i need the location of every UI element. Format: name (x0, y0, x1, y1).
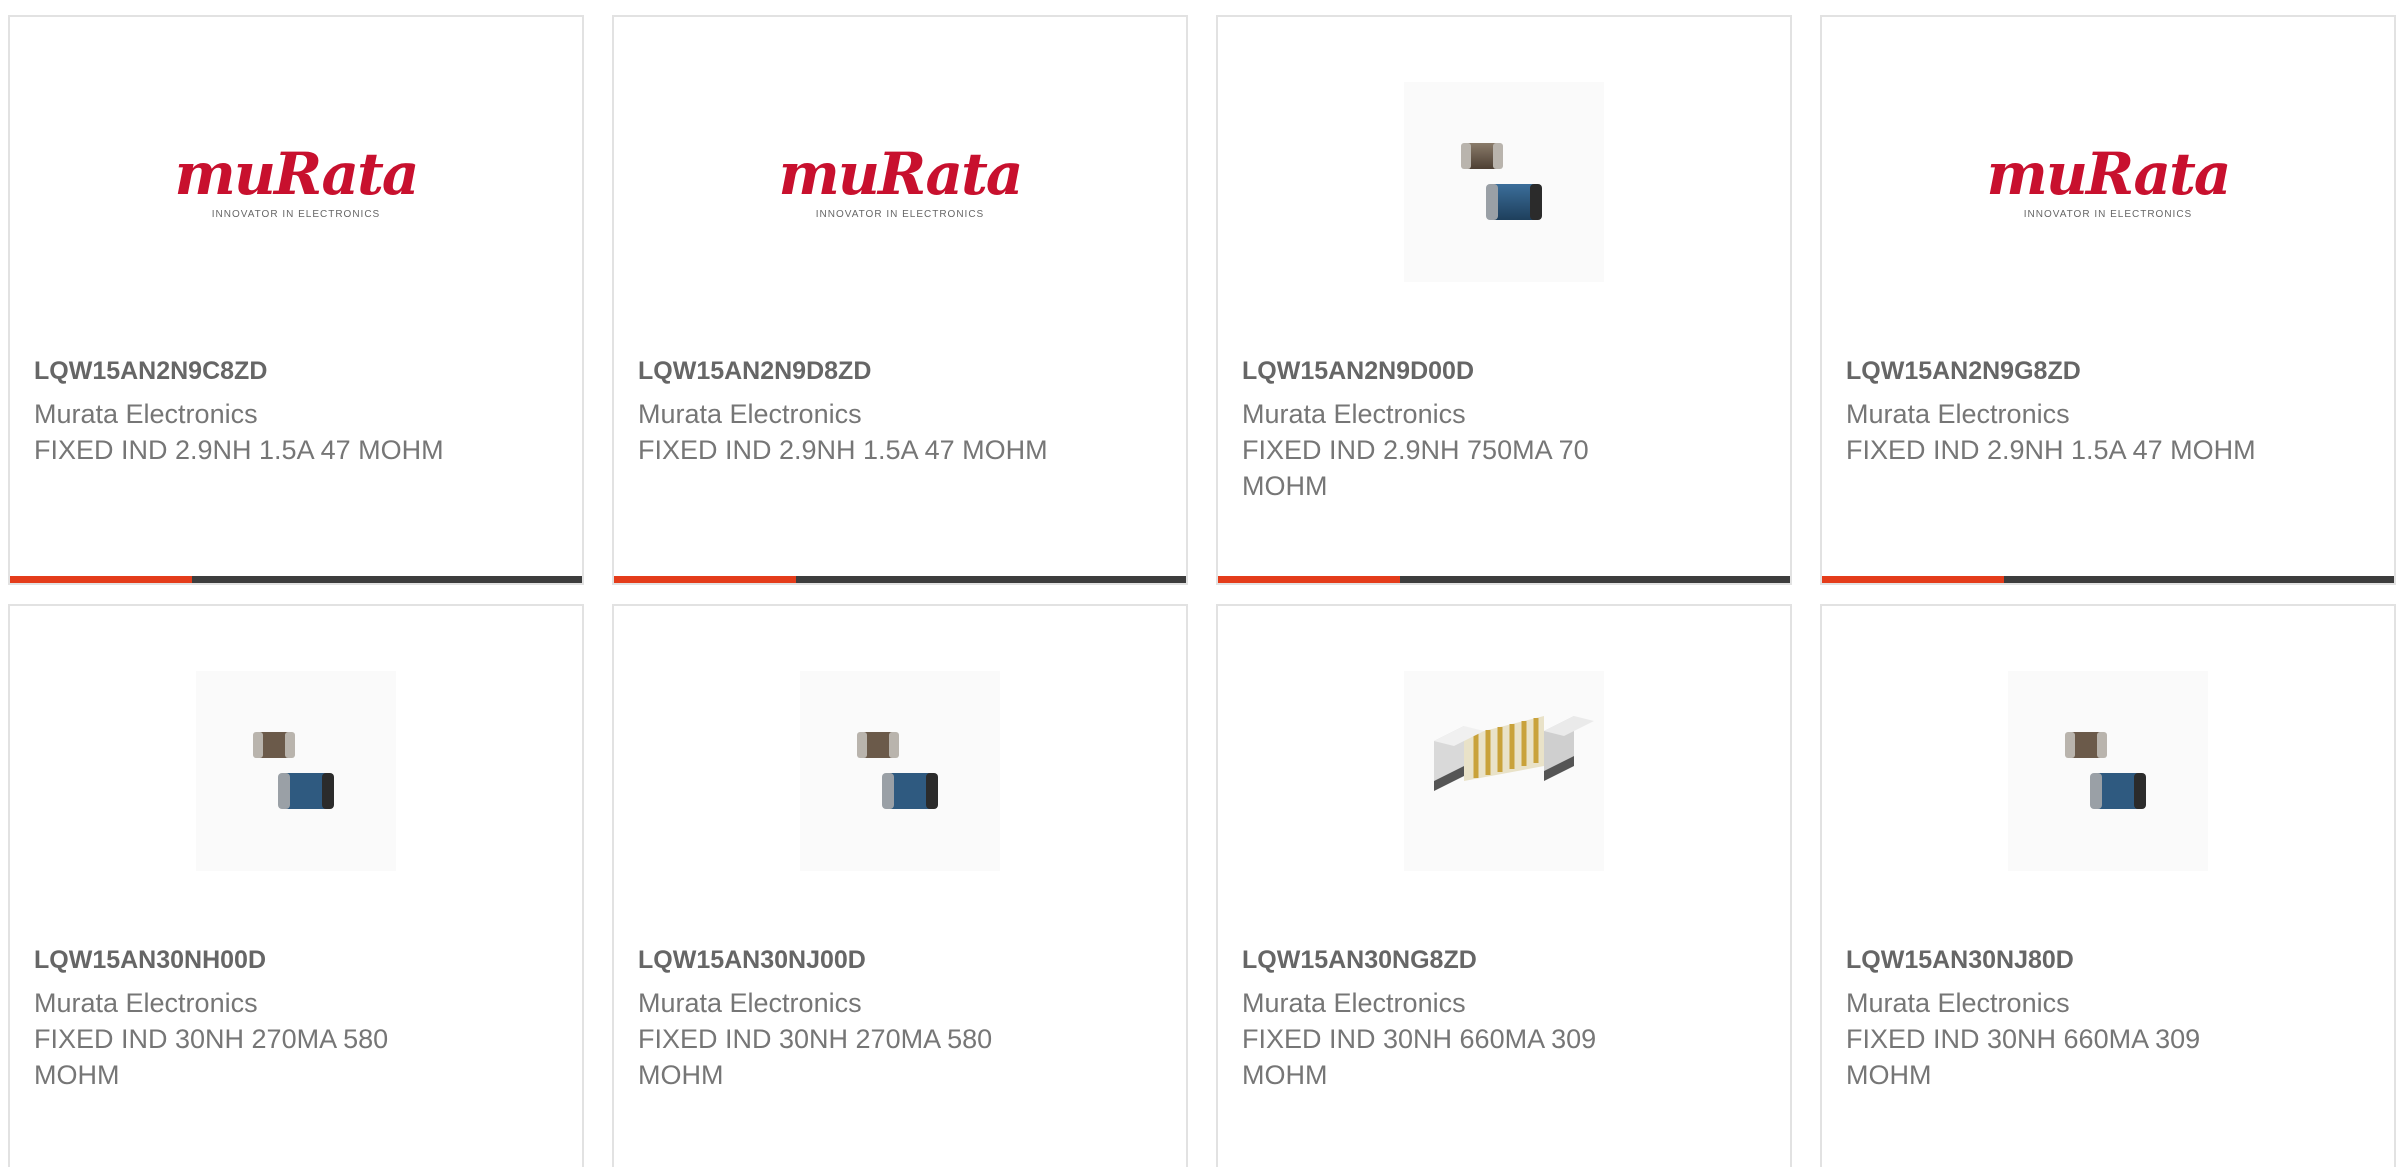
manufacturer: Murata Electronics (34, 398, 258, 429)
part-number[interactable]: LQW15AN2N9C8ZD (34, 357, 454, 386)
description: FIXED IND 2.9NH 1.5A 47 MOHM (638, 434, 1048, 465)
manufacturer: Murata Electronics (638, 987, 862, 1018)
wirewound-inductor-photo (1434, 716, 1594, 791)
part-number[interactable]: LQW15AN2N9G8ZD (1846, 357, 2266, 386)
part-number[interactable]: LQW15AN30NJ00D (638, 946, 1058, 975)
product-image[interactable]: muRata INNOVATOR IN ELECTRONICS (1986, 82, 2231, 282)
inductor-pair-photo (1461, 143, 1542, 220)
manufacturer: Murata Electronics (1242, 987, 1466, 1018)
product-card[interactable]: LQW15AN2N9D00D Murata Electronics FIXED … (1216, 15, 1792, 585)
product-card[interactable]: LQW15AN30NJ80D Murata Electronics FIXED … (1820, 604, 2396, 1167)
description: FIXED IND 2.9NH 750MA 70 MOHM (1242, 434, 1589, 501)
product-image[interactable] (1404, 82, 1604, 282)
product-image[interactable] (2008, 671, 2208, 871)
description: FIXED IND 2.9NH 1.5A 47 MOHM (1846, 434, 2256, 465)
product-image[interactable]: muRata INNOVATOR IN ELECTRONICS (174, 82, 419, 282)
description: FIXED IND 30NH 270MA 580 MOHM (34, 1023, 389, 1090)
part-number[interactable]: LQW15AN30NG8ZD (1242, 946, 1662, 975)
description: FIXED IND 30NH 660MA 309 MOHM (1846, 1023, 2201, 1090)
card-accent-bar (614, 576, 1186, 583)
description: FIXED IND 30NH 270MA 580 MOHM (638, 1023, 993, 1090)
product-image[interactable] (196, 671, 396, 871)
inductor-pair-photo (2065, 732, 2146, 809)
card-accent-bar (10, 576, 582, 583)
murata-logo: muRata INNOVATOR IN ELECTRONICS (174, 139, 419, 220)
product-image[interactable]: muRata INNOVATOR IN ELECTRONICS (778, 82, 1023, 282)
murata-logo: muRata INNOVATOR IN ELECTRONICS (778, 139, 1023, 220)
card-accent-bar (1822, 576, 2394, 583)
description: FIXED IND 2.9NH 1.5A 47 MOHM (34, 434, 444, 465)
product-image[interactable] (1404, 671, 1604, 871)
manufacturer: Murata Electronics (1846, 987, 2070, 1018)
manufacturer: Murata Electronics (34, 987, 258, 1018)
murata-logo: muRata INNOVATOR IN ELECTRONICS (1986, 139, 2231, 220)
product-card[interactable]: LQW15AN30NH00D Murata Electronics FIXED … (8, 604, 584, 1167)
manufacturer: Murata Electronics (1846, 398, 2070, 429)
inductor-pair-photo (253, 732, 334, 809)
part-number[interactable]: LQW15AN2N9D8ZD (638, 357, 1058, 386)
card-accent-bar (1218, 576, 1790, 583)
product-image[interactable] (800, 671, 1000, 871)
product-card[interactable]: muRata INNOVATOR IN ELECTRONICS LQW15AN2… (1820, 15, 2396, 585)
part-number[interactable]: LQW15AN2N9D00D (1242, 357, 1662, 386)
product-card[interactable]: muRata INNOVATOR IN ELECTRONICS LQW15AN2… (612, 15, 1188, 585)
description: FIXED IND 30NH 660MA 309 MOHM (1242, 1023, 1597, 1090)
product-grid: muRata INNOVATOR IN ELECTRONICS LQW15AN2… (0, 0, 2400, 1167)
product-card[interactable]: LQW15AN30NJ00D Murata Electronics FIXED … (612, 604, 1188, 1167)
part-number[interactable]: LQW15AN30NJ80D (1846, 946, 2266, 975)
manufacturer: Murata Electronics (1242, 398, 1466, 429)
part-number[interactable]: LQW15AN30NH00D (34, 946, 454, 975)
product-card[interactable]: LQW15AN30NG8ZD Murata Electronics FIXED … (1216, 604, 1792, 1167)
manufacturer: Murata Electronics (638, 398, 862, 429)
inductor-pair-photo (857, 732, 938, 809)
product-card[interactable]: muRata INNOVATOR IN ELECTRONICS LQW15AN2… (8, 15, 584, 585)
